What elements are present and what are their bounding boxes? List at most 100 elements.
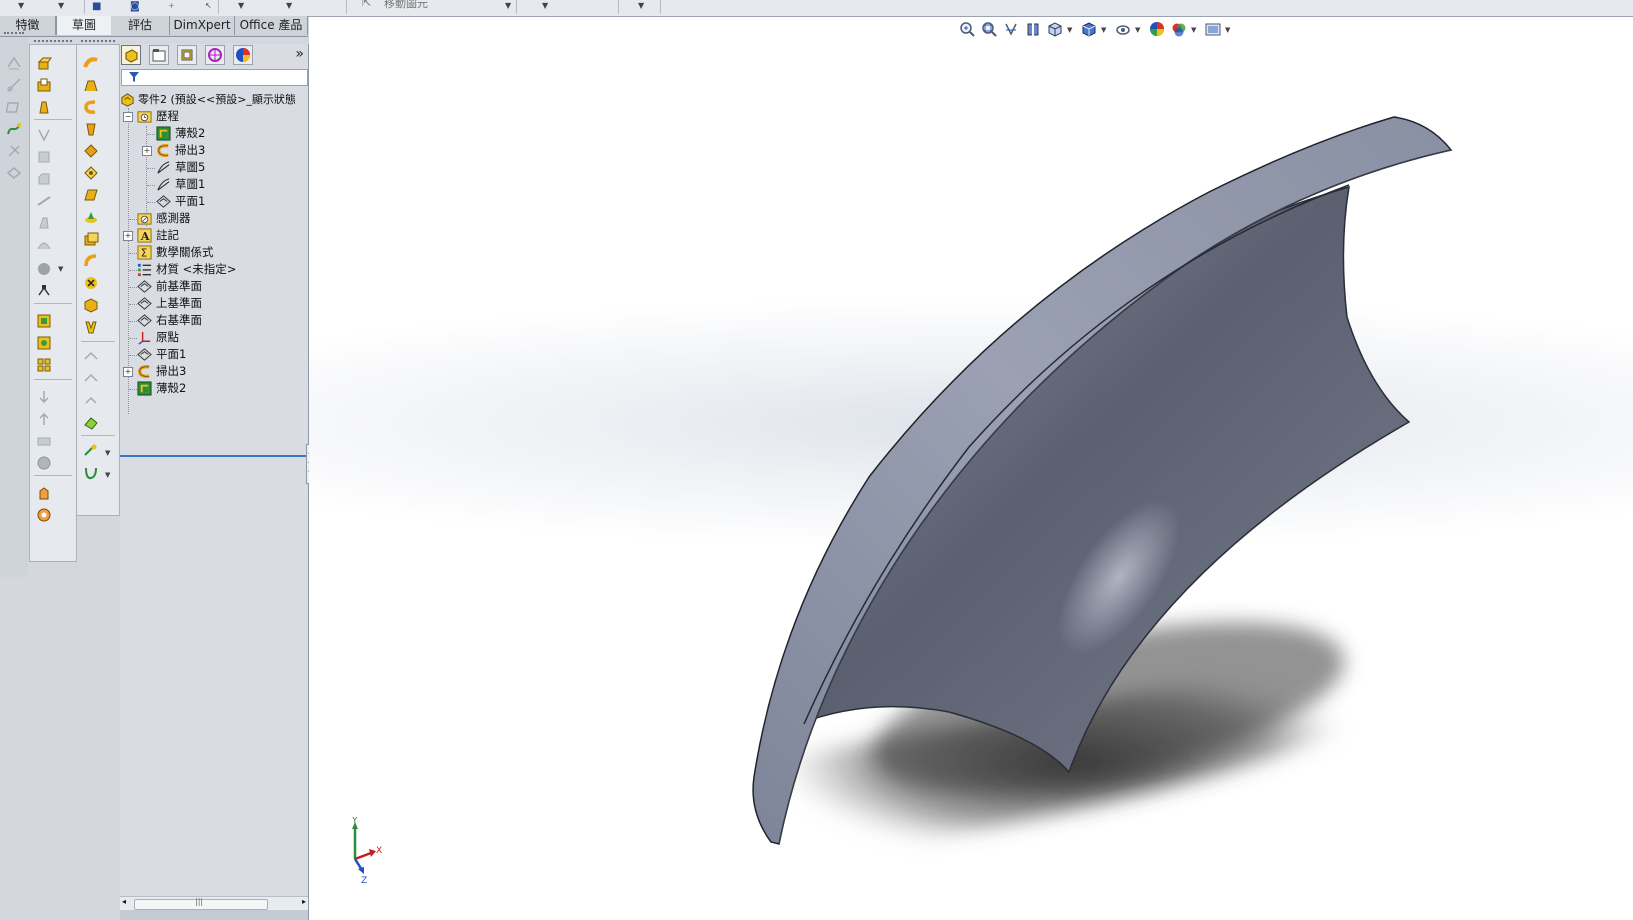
- dropdown-arrow-icon[interactable]: ▼: [105, 471, 110, 479]
- curves-icon[interactable]: [36, 260, 52, 276]
- dropdown-arrow-icon[interactable]: ▼: [238, 1, 244, 10]
- curve-tool-icon[interactable]: [83, 371, 99, 387]
- dimxpert-manager-tab[interactable]: [205, 45, 225, 65]
- mirror-icon[interactable]: [36, 127, 52, 143]
- spline-icon[interactable]: [6, 121, 22, 137]
- reference-axis-icon[interactable]: [83, 443, 99, 459]
- tab-dimxpert[interactable]: DimXpert: [170, 16, 235, 35]
- zoom-to-area-icon[interactable]: [981, 21, 997, 37]
- shell-feature-icon[interactable]: [83, 231, 99, 247]
- dropdown-arrow-icon[interactable]: ▼: [58, 1, 64, 10]
- box-icon[interactable]: [83, 297, 99, 313]
- feature-tree-tab[interactable]: [121, 45, 141, 65]
- 3d-model[interactable]: [309, 17, 1633, 920]
- dropdown-arrow-icon[interactable]: ▼: [505, 1, 511, 10]
- fillet-icon[interactable]: [36, 149, 52, 165]
- dropdown-arrow-icon[interactable]: ▼: [105, 449, 110, 457]
- expand-toggle[interactable]: +: [123, 231, 133, 241]
- equations-icon: Σ: [137, 245, 152, 260]
- collapse-toggle[interactable]: −: [123, 112, 133, 122]
- view-orientation-icon[interactable]: [1047, 21, 1063, 37]
- rib-icon[interactable]: [36, 193, 52, 209]
- scroll-right-icon[interactable]: ▸: [302, 897, 306, 906]
- move-down-icon[interactable]: [36, 389, 52, 405]
- sheet-metal-icon[interactable]: [36, 313, 52, 329]
- combine-icon[interactable]: [36, 455, 52, 471]
- graphics-viewport[interactable]: ▼ ▼ ▼ ▼ ▼ Y X Z: [309, 17, 1633, 920]
- revolved-boss-icon[interactable]: [36, 99, 52, 115]
- sweep-icon[interactable]: [83, 99, 99, 115]
- hand-move-icon[interactable]: [36, 485, 52, 501]
- display-manager-tab[interactable]: [233, 45, 253, 65]
- rib-feature-icon[interactable]: [83, 319, 99, 335]
- view-settings-icon[interactable]: [1205, 21, 1221, 37]
- new-doc-icon[interactable]: ■: [92, 1, 101, 12]
- display-style-icon[interactable]: [1081, 21, 1097, 37]
- cut-thicken-icon[interactable]: [83, 165, 99, 181]
- offset-icon[interactable]: [6, 165, 22, 181]
- section-view-icon[interactable]: [1025, 21, 1041, 37]
- apply-scene-icon[interactable]: [1171, 21, 1187, 37]
- reference-triad[interactable]: Y X Z: [345, 817, 395, 887]
- expand-toggle[interactable]: +: [123, 367, 133, 377]
- pointer-icon[interactable]: ↖: [205, 1, 212, 10]
- boundary-boss-icon[interactable]: [83, 121, 99, 137]
- dropdown-arrow-icon[interactable]: ▼: [638, 1, 644, 10]
- curve-spline-icon[interactable]: [83, 465, 99, 481]
- open-doc-icon[interactable]: ◙: [130, 1, 140, 12]
- move-entity-label[interactable]: 移動圖元: [384, 0, 428, 11]
- instant-shape-icon[interactable]: [83, 415, 99, 431]
- hole-wizard-icon[interactable]: [83, 209, 99, 225]
- trim-icon[interactable]: [6, 143, 22, 159]
- previous-view-icon[interactable]: [1003, 21, 1019, 37]
- dropdown-arrow-icon[interactable]: ▼: [1101, 26, 1106, 34]
- rollback-bar[interactable]: [120, 455, 308, 457]
- reference-geometry-icon[interactable]: [83, 349, 99, 365]
- draft-icon[interactable]: [36, 215, 52, 231]
- tab-sketch[interactable]: 草圖: [56, 16, 112, 35]
- expand-toggle[interactable]: +: [142, 146, 152, 156]
- dome-icon[interactable]: [36, 237, 52, 253]
- smart-dimension-icon[interactable]: [6, 55, 22, 71]
- wrap-icon[interactable]: [83, 253, 99, 269]
- dropdown-arrow-icon[interactable]: ▼: [542, 1, 548, 10]
- hide-show-items-icon[interactable]: [1115, 21, 1131, 37]
- scroll-thumb[interactable]: |||: [134, 897, 268, 910]
- dropdown-arrow-icon[interactable]: ▼: [58, 265, 63, 273]
- sketch-picture-icon[interactable]: [83, 393, 99, 409]
- appearance-icon[interactable]: [36, 507, 52, 523]
- zoom-to-fit-icon[interactable]: [959, 21, 975, 37]
- thicken-icon[interactable]: [83, 143, 99, 159]
- dropdown-arrow-icon[interactable]: ▼: [1191, 26, 1196, 34]
- split-icon[interactable]: [36, 433, 52, 449]
- rectangle-icon[interactable]: [6, 99, 22, 115]
- plane-surface-icon[interactable]: [83, 187, 99, 203]
- weldment-icon[interactable]: [36, 335, 52, 351]
- move-entity-icon[interactable]: ⇱: [362, 0, 371, 9]
- edit-appearance-icon[interactable]: [1149, 21, 1165, 37]
- line-icon[interactable]: [6, 77, 22, 93]
- horizontal-scrollbar[interactable]: ◂ ||| ▸: [120, 896, 308, 911]
- dropdown-arrow-icon[interactable]: ▼: [1225, 26, 1230, 34]
- dropdown-arrow-icon[interactable]: ▼: [1067, 26, 1072, 34]
- instant3d-icon[interactable]: [36, 283, 52, 299]
- dropdown-arrow-icon[interactable]: ▼: [1135, 26, 1140, 34]
- tab-office-products[interactable]: Office 產品: [235, 16, 308, 35]
- dropdown-arrow-icon[interactable]: ▼: [18, 1, 24, 10]
- tree-filter-input[interactable]: [121, 69, 308, 86]
- configuration-manager-tab[interactable]: [177, 45, 197, 65]
- property-manager-tab[interactable]: [149, 45, 169, 65]
- lofted-boss-icon[interactable]: [83, 77, 99, 93]
- scroll-left-icon[interactable]: ◂: [122, 897, 126, 906]
- chamfer-icon[interactable]: [36, 171, 52, 187]
- swept-boss-icon[interactable]: [83, 55, 99, 71]
- extruded-boss-icon[interactable]: [36, 55, 52, 71]
- tab-evaluate[interactable]: 評估: [111, 16, 170, 35]
- extruded-cut-icon[interactable]: [36, 77, 52, 93]
- move-up-icon[interactable]: [36, 411, 52, 427]
- plus-icon[interactable]: +: [168, 1, 175, 10]
- intersect-icon[interactable]: [83, 275, 99, 291]
- more-tabs-button[interactable]: »: [295, 46, 304, 62]
- pattern-icon[interactable]: [36, 357, 52, 373]
- dropdown-arrow-icon[interactable]: ▼: [286, 1, 292, 10]
